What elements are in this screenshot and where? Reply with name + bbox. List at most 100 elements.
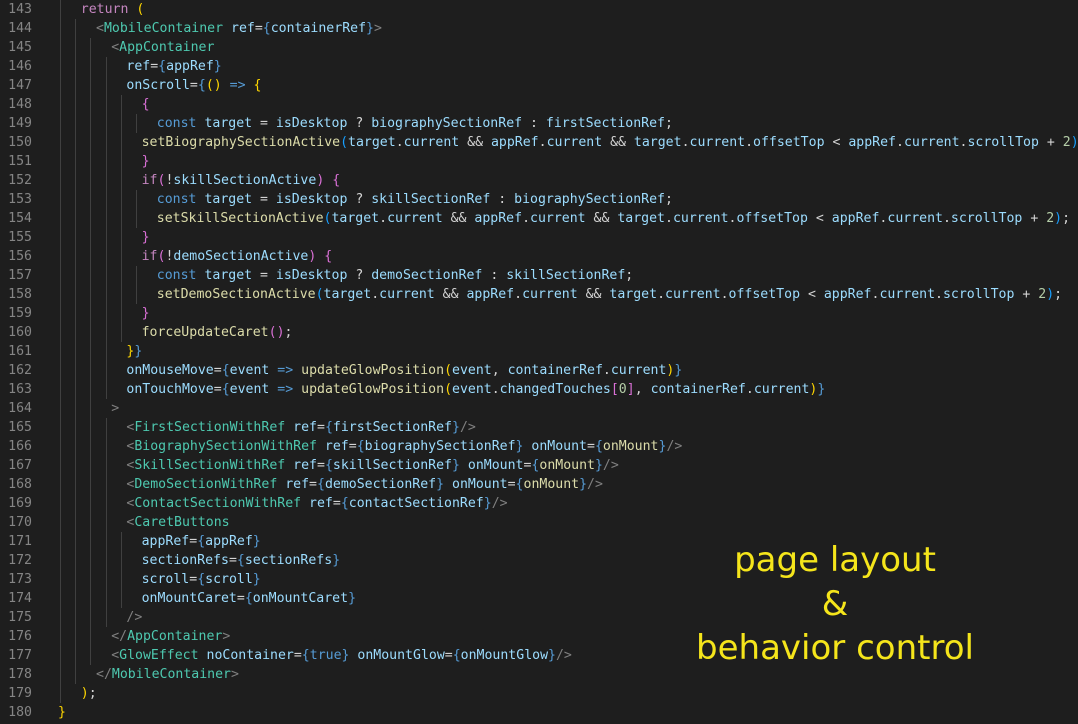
indent-guide bbox=[90, 38, 92, 57]
code-token: appRef bbox=[823, 287, 872, 302]
code-token: noContainer bbox=[206, 648, 294, 663]
code-line[interactable]: 164 > bbox=[0, 399, 1078, 418]
indent-guide bbox=[75, 266, 77, 285]
indent-guide bbox=[60, 19, 61, 38]
indent-guide bbox=[105, 247, 107, 266]
code-line[interactable]: 151} bbox=[0, 152, 1078, 171]
code-content: appRef={appRef} bbox=[142, 532, 261, 551]
code-token: = bbox=[444, 648, 453, 663]
code-token: scrollTop bbox=[950, 211, 1023, 226]
code-token: ) bbox=[1046, 287, 1055, 302]
code-token: = bbox=[228, 553, 237, 568]
code-line[interactable]: 166 <BiographySectionWithRef ref={biograp… bbox=[0, 437, 1078, 456]
code-line[interactable]: 161}} bbox=[0, 342, 1078, 361]
indent-guide bbox=[75, 532, 77, 551]
code-token: = bbox=[316, 420, 325, 435]
code-token: { bbox=[197, 78, 206, 93]
code-token: onMount bbox=[467, 458, 524, 473]
code-token: /> bbox=[602, 458, 619, 473]
code-line[interactable]: 153 const target = isDesktop ? skillSecti… bbox=[0, 190, 1078, 209]
indent-guide bbox=[60, 475, 61, 494]
code-token: onMountGlow bbox=[357, 648, 445, 663]
code-line[interactable]: 146 ref={appRef} bbox=[0, 57, 1078, 76]
code-token: target bbox=[323, 287, 372, 302]
line-number: 154 bbox=[8, 211, 32, 226]
code-line[interactable]: 179); bbox=[0, 684, 1078, 703]
indent-guide bbox=[90, 57, 92, 76]
indent-guide bbox=[105, 608, 107, 627]
code-line[interactable]: 162 onMouseMove={event => updateGlowPosit… bbox=[0, 361, 1078, 380]
code-token: 0 bbox=[618, 382, 627, 397]
indent-guide bbox=[90, 380, 92, 399]
code-token: . bbox=[657, 287, 666, 302]
code-token: < bbox=[800, 287, 824, 302]
code-token: { bbox=[356, 439, 365, 454]
indent-guide bbox=[105, 437, 107, 456]
indent-guide bbox=[60, 247, 61, 266]
code-content: setSkillSectionActive(target.current && … bbox=[157, 209, 1070, 228]
code-token: && bbox=[442, 211, 475, 226]
indent-guide bbox=[105, 209, 107, 228]
code-content: if(!demoSectionActive) { bbox=[142, 247, 333, 266]
indent-guide bbox=[120, 190, 122, 209]
indent-guide bbox=[75, 551, 77, 570]
code-line[interactable]: 163 onTouchMove={event => updateGlowPosit… bbox=[0, 380, 1078, 399]
indent-guide bbox=[105, 76, 107, 95]
code-line[interactable]: 144 <MobileContainer ref={containerRef}> bbox=[0, 19, 1078, 38]
code-line[interactable]: 149 const target = isDesktop ? biographyS… bbox=[0, 114, 1078, 133]
code-line[interactable]: 167 <SkillSectionWithRef ref={skillSectio… bbox=[0, 456, 1078, 475]
code-token: onMouseMove bbox=[126, 363, 214, 378]
code-token: => bbox=[277, 382, 294, 397]
code-token: = bbox=[507, 477, 516, 492]
code-line[interactable]: 180} bbox=[0, 703, 1078, 722]
code-line[interactable]: 148 { bbox=[0, 95, 1078, 114]
code-token: : bbox=[522, 116, 546, 131]
code-line[interactable]: 168 <DemoSectionWithRef ref={demoSectionR… bbox=[0, 475, 1078, 494]
code-line[interactable]: 145 <AppContainer bbox=[0, 38, 1078, 57]
code-token: containerRef bbox=[650, 382, 746, 397]
code-line[interactable]: 143 return ( bbox=[0, 0, 1078, 19]
code-line[interactable]: 158 setDemoSectionActive(target.current &… bbox=[0, 285, 1078, 304]
line-number: 149 bbox=[8, 116, 32, 131]
code-line[interactable]: 156 if(!demoSectionActive) { bbox=[0, 247, 1078, 266]
code-line[interactable]: 150 setBiographySectionActive(target.curr… bbox=[0, 133, 1078, 152]
code-token: ) bbox=[1070, 135, 1078, 150]
code-line[interactable]: 154 setSkillSectionActive(target.current … bbox=[0, 209, 1078, 228]
code-token: . bbox=[942, 211, 951, 226]
code-content: <GlowEffect noContainer={true} onMountGl… bbox=[111, 646, 572, 665]
indent-guide bbox=[60, 684, 61, 703]
indent-guide bbox=[60, 114, 61, 133]
code-line[interactable]: 152 if(!skillSectionActive) { bbox=[0, 171, 1078, 190]
indent-guide bbox=[75, 133, 77, 152]
code-token: < bbox=[111, 648, 120, 663]
code-line[interactable]: 160 forceUpdateCaret(); bbox=[0, 323, 1078, 342]
code-token: { bbox=[324, 458, 333, 473]
code-token: const bbox=[156, 268, 197, 283]
indent-guide bbox=[60, 57, 61, 76]
line-number: 179 bbox=[8, 686, 32, 701]
code-token: appRef bbox=[466, 287, 515, 302]
code-token: = bbox=[348, 439, 357, 454]
indent-guide bbox=[75, 190, 77, 209]
code-token: = bbox=[293, 648, 302, 663]
code-token: . bbox=[665, 211, 673, 226]
code-token: offsetTop bbox=[736, 211, 808, 226]
code-line[interactable]: 147 onScroll={() => { bbox=[0, 76, 1078, 95]
code-line[interactable]: 157 const target = isDesktop ? demoSectio… bbox=[0, 266, 1078, 285]
code-token: /> bbox=[459, 420, 476, 435]
indent-guide bbox=[90, 494, 92, 513]
code-token: /> bbox=[491, 496, 508, 511]
code-line[interactable]: 169 <ContactSectionWithRef ref={contactSe… bbox=[0, 494, 1078, 513]
code-token: biographySectionRef bbox=[364, 439, 516, 454]
code-line[interactable]: 155} bbox=[0, 228, 1078, 247]
code-content: const target = isDesktop ? skillSectionR… bbox=[157, 190, 673, 209]
indent-guide bbox=[60, 437, 61, 456]
code-token: ref bbox=[285, 477, 310, 492]
code-token: . bbox=[371, 287, 380, 302]
indent-guide bbox=[120, 285, 122, 304]
code-token: = bbox=[236, 591, 245, 606]
code-token: + bbox=[1022, 211, 1047, 226]
code-line[interactable]: 159} bbox=[0, 304, 1078, 323]
code-line[interactable]: 170 <CaretButtons bbox=[0, 513, 1078, 532]
code-line[interactable]: 165 <FirstSectionWithRef ref={firstSectio… bbox=[0, 418, 1078, 437]
